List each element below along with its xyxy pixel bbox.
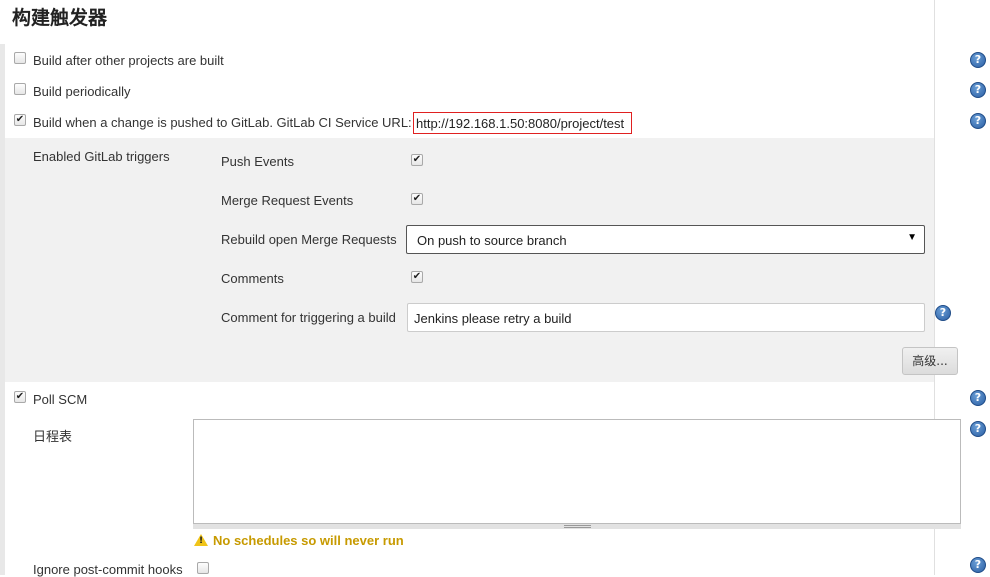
push-events-label: Push Events	[221, 154, 294, 169]
enabled-gitlab-triggers-label: Enabled GitLab triggers	[33, 149, 170, 164]
schedule-label: 日程表	[33, 430, 73, 445]
comments-checkbox[interactable]: ✔	[411, 271, 423, 283]
gitlab-push-checkbox[interactable]: ✔	[14, 114, 26, 126]
gitlab-push-label: Build when a change is pushed to GitLab.…	[33, 115, 412, 130]
checkmark-icon: ✔	[412, 154, 422, 165]
comment-trigger-label: Comment for triggering a build	[221, 310, 396, 325]
help-icon[interactable]: ?	[970, 557, 986, 573]
ignore-post-commit-checkbox[interactable]	[197, 562, 209, 574]
checkmark-icon: ✔	[412, 271, 422, 282]
help-icon[interactable]: ?	[970, 390, 986, 406]
checkmark-icon: ✔	[412, 193, 422, 204]
rebuild-open-mr-label: Rebuild open Merge Requests	[221, 232, 397, 247]
help-icon[interactable]: ?	[935, 305, 951, 321]
comments-label: Comments	[221, 271, 284, 286]
build-after-other-label: Build after other projects are built	[33, 53, 224, 68]
help-icon[interactable]: ?	[970, 52, 986, 68]
checkmark-icon: ✔	[15, 391, 25, 402]
build-after-other-checkbox[interactable]	[14, 52, 26, 64]
poll-scm-label: Poll SCM	[33, 392, 88, 407]
advanced-button[interactable]: 高级...	[902, 347, 958, 375]
schedule-textarea[interactable]	[193, 419, 961, 524]
build-periodically-checkbox[interactable]	[14, 83, 26, 95]
merge-request-events-label: Merge Request Events	[221, 193, 354, 208]
chevron-down-icon: ▼	[907, 232, 917, 243]
rebuild-open-mr-selected: On push to source branch	[417, 233, 567, 248]
help-icon[interactable]: ?	[970, 421, 986, 437]
checkmark-icon: ✔	[15, 114, 25, 125]
schedule-warning: No schedules so will never run	[213, 533, 404, 548]
build-periodically-label: Build periodically	[33, 84, 131, 99]
push-events-checkbox[interactable]: ✔	[411, 154, 423, 166]
gitlab-options-panel	[5, 138, 934, 382]
comment-trigger-input[interactable]: Jenkins please retry a build	[407, 303, 925, 332]
grip-lines-icon	[564, 525, 591, 528]
gitlab-service-url: http://192.168.1.50:8080/project/test	[413, 112, 632, 134]
help-icon[interactable]: ?	[970, 113, 986, 129]
help-icon[interactable]: ?	[970, 82, 986, 98]
rebuild-open-mr-select[interactable]: On push to source branch ▼	[406, 225, 925, 254]
section-title: 构建触发器	[12, 7, 108, 29]
warning-exclamation: !	[199, 536, 204, 546]
poll-scm-checkbox[interactable]: ✔	[14, 391, 26, 403]
merge-request-events-checkbox[interactable]: ✔	[411, 193, 423, 205]
textarea-resize-bar[interactable]	[193, 524, 961, 529]
